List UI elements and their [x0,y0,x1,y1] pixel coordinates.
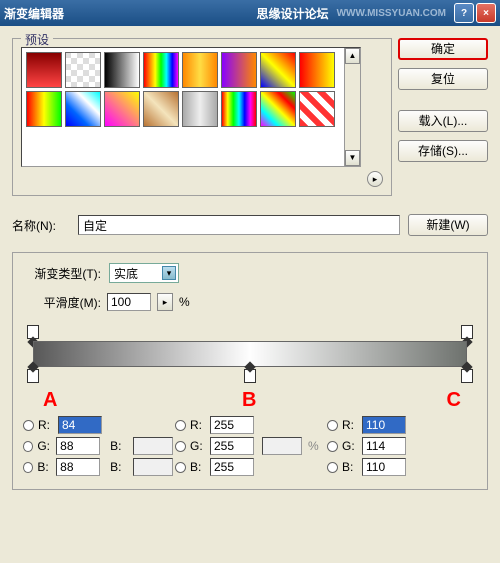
a-extra2[interactable] [133,458,173,476]
watermark-text: 思缘设计论坛 [257,5,329,22]
window-title: 渐变编辑器 [4,5,64,22]
smooth-popup-button[interactable]: ▸ [157,293,173,311]
smooth-label: 平滑度(M): [23,294,101,311]
preset-swatch-10[interactable] [104,91,140,127]
rgb-col-a: R: G:B: B:B: [23,413,173,479]
preset-panel: 预设 ▲ ▼ ▸ [12,38,392,196]
help-button[interactable]: ? [454,3,474,23]
a-b-input[interactable] [56,458,100,476]
reset-button[interactable]: 复位 [398,68,488,90]
a-r-input[interactable] [58,416,102,434]
label-r: R: [38,418,54,432]
radio-a-b[interactable] [23,462,33,473]
preset-swatch-13[interactable] [221,91,257,127]
preset-swatch-3[interactable] [143,52,179,88]
type-value: 实底 [114,265,138,282]
preset-swatch-9[interactable] [65,91,101,127]
radio-c-b[interactable] [327,462,338,473]
b-b-input[interactable] [210,458,254,476]
rgb-col-c: R: G: B: [327,413,477,479]
preset-swatch-14[interactable] [260,91,296,127]
b-g-input[interactable] [210,437,254,455]
radio-b-b[interactable] [175,462,186,473]
b-r-input[interactable] [210,416,254,434]
chevron-down-icon: ▾ [162,266,176,280]
radio-b-g[interactable] [175,441,186,452]
save-button[interactable]: 存储(S)... [398,140,488,162]
ok-button[interactable]: 确定 [398,38,488,60]
new-button[interactable]: 新建(W) [408,214,488,236]
a-extra1[interactable] [133,437,173,455]
letter-a: A [43,389,57,412]
letter-b: B [242,389,256,412]
radio-c-r[interactable] [327,420,338,431]
label-b: B: [37,460,52,474]
preset-scrollbar[interactable]: ▲ ▼ [344,48,360,166]
preset-swatch-4[interactable] [182,52,218,88]
preset-swatch-1[interactable] [65,52,101,88]
smooth-unit: % [179,295,190,309]
name-input[interactable] [78,215,400,235]
type-label: 渐变类型(T): [23,265,101,282]
preset-legend: 预设 [21,31,53,48]
radio-a-g[interactable] [23,441,33,452]
preset-swatch-7[interactable] [299,52,335,88]
letter-c: C [447,389,461,412]
preset-swatch-5[interactable] [221,52,257,88]
color-stop-c[interactable] [461,369,473,383]
preset-swatch-2[interactable] [104,52,140,88]
close-button[interactable]: × [476,3,496,23]
gradient-section: 渐变类型(T): 实底 ▾ 平滑度(M): ▸ % A B C [12,252,488,490]
watermark-url: WWW.MISSYUAN.COM [337,8,446,19]
load-button[interactable]: 载入(L)... [398,110,488,132]
label-g: G: [37,439,52,453]
preset-swatch-15[interactable] [299,91,335,127]
button-column: 确定 复位 载入(L)... 存储(S)... [398,38,488,162]
preset-swatch-6[interactable] [260,52,296,88]
opacity-stop-right[interactable] [461,325,473,339]
name-row: 名称(N): 新建(W) [12,214,488,236]
type-select[interactable]: 实底 ▾ [109,263,179,283]
titlebar: 渐变编辑器 思缘设计论坛 WWW.MISSYUAN.COM ? × [0,0,500,26]
color-stop-a[interactable] [27,369,39,383]
smooth-input[interactable] [107,293,151,311]
b-extra1[interactable] [262,437,302,455]
preset-swatch-11[interactable] [143,91,179,127]
preset-menu-button[interactable]: ▸ [367,171,383,187]
radio-b-r[interactable] [175,420,186,431]
preset-grid[interactable]: ▲ ▼ [21,47,361,167]
radio-a-r[interactable] [23,420,34,431]
preset-swatch-12[interactable] [182,91,218,127]
gradient-editor[interactable] [23,325,477,383]
scroll-down-button[interactable]: ▼ [345,150,360,166]
c-r-input[interactable] [362,416,406,434]
color-stop-b[interactable] [244,369,256,383]
radio-c-g[interactable] [327,441,338,452]
opacity-stop-left[interactable] [27,325,39,339]
a-g-input[interactable] [56,437,100,455]
c-g-input[interactable] [362,437,406,455]
rgb-col-b: R: G:% B: [175,413,325,479]
preset-swatch-8[interactable] [26,91,62,127]
preset-swatch-0[interactable] [26,52,62,88]
c-b-input[interactable] [362,458,406,476]
scroll-up-button[interactable]: ▲ [345,48,360,64]
name-label: 名称(N): [12,217,70,234]
